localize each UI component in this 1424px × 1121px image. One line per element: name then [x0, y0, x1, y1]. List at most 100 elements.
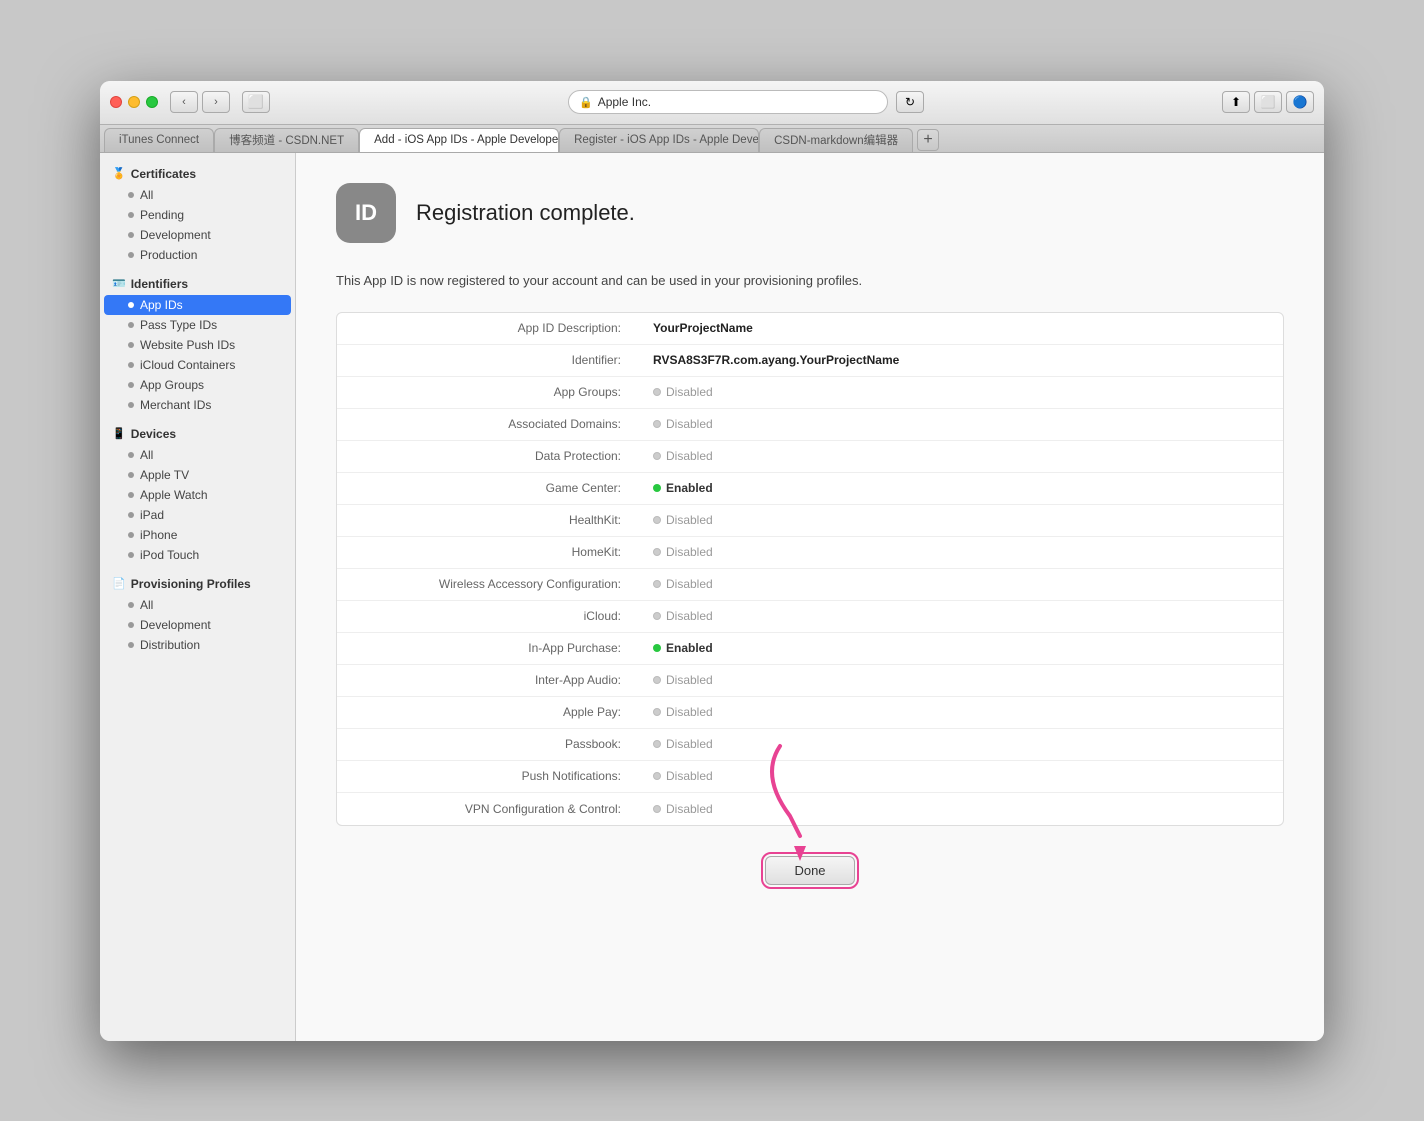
close-button[interactable] — [110, 96, 122, 108]
address-bar[interactable]: 🔒 Apple Inc. — [568, 90, 888, 114]
nav-buttons: ‹ › — [170, 91, 230, 113]
label-apple-pay: Apple Pay: — [337, 698, 637, 726]
sidebar-item-app-groups[interactable]: App Groups — [100, 375, 295, 395]
provisioning-label: Provisioning Profiles — [131, 577, 251, 591]
status-dot-vpn-config — [653, 805, 661, 813]
dot-icon — [128, 602, 134, 608]
info-row-vpn-config: VPN Configuration & Control: Disabled — [337, 793, 1283, 825]
main-panel: ID Registration complete. This App ID is… — [296, 153, 1324, 1041]
value-identifier: RVSA8S3F7R.com.ayang.YourProjectName — [637, 346, 915, 374]
mac-window: ‹ › ⬜ 🔒 Apple Inc. ↻ ⬆ ⬜ 🔵 iTunes Connec… — [100, 81, 1324, 1041]
dot-icon — [128, 492, 134, 498]
sidebar-item-all-certs[interactable]: All — [100, 185, 295, 205]
sidebar-item-merchant-ids[interactable]: Merchant IDs — [100, 395, 295, 415]
status-dot-inter-app-audio — [653, 676, 661, 684]
reload-button[interactable]: ↻ — [896, 91, 924, 113]
new-tab-add-button[interactable]: + — [917, 129, 939, 151]
sidebar-item-dev-profiles[interactable]: Development — [100, 615, 295, 635]
info-card: App ID Description: YourProjectName Iden… — [336, 312, 1284, 826]
sidebar-item-ipod-touch[interactable]: iPod Touch — [100, 545, 295, 565]
sidebar-item-iphone[interactable]: iPhone — [100, 525, 295, 545]
value-app-groups: Disabled — [637, 378, 729, 406]
dot-icon — [128, 472, 134, 478]
status-dot-apple-pay — [653, 708, 661, 716]
status-dot-wireless-accessory — [653, 580, 661, 588]
info-row-in-app-purchase: In-App Purchase: Enabled — [337, 633, 1283, 665]
label-app-groups: App Groups: — [337, 378, 637, 406]
dot-icon — [128, 252, 134, 258]
tab-csdn-md[interactable]: CSDN-markdown编辑器 — [759, 128, 913, 152]
tab-csdn[interactable]: 博客频道 - CSDN.NET — [214, 128, 359, 152]
share-button[interactable]: ⬆ — [1222, 91, 1250, 113]
info-row-passbook: Passbook: Disabled — [337, 729, 1283, 761]
tab-register-ios[interactable]: Register - iOS App IDs - Apple Developer — [559, 128, 759, 152]
traffic-lights — [110, 96, 158, 108]
dot-icon — [128, 622, 134, 628]
status-dot-game-center — [653, 484, 661, 492]
forward-button[interactable]: › — [202, 91, 230, 113]
info-row-app-id-desc: App ID Description: YourProjectName — [337, 313, 1283, 345]
dot-icon — [128, 342, 134, 348]
back-button[interactable]: ‹ — [170, 91, 198, 113]
certificates-icon: 🏅 — [112, 167, 126, 180]
address-bar-wrap: 🔒 Apple Inc. ↻ — [278, 90, 1214, 114]
dot-icon — [128, 402, 134, 408]
lock-icon: 🔒 — [579, 96, 593, 109]
address-text: Apple Inc. — [598, 95, 651, 109]
title-bar: ‹ › ⬜ 🔒 Apple Inc. ↻ ⬆ ⬜ 🔵 — [100, 81, 1324, 125]
dot-icon — [128, 192, 134, 198]
value-data-protection: Disabled — [637, 442, 729, 470]
tab-overview-button[interactable]: ⬜ — [242, 91, 270, 113]
label-vpn-config: VPN Configuration & Control: — [337, 795, 637, 823]
certificates-label: Certificates — [131, 167, 196, 181]
dot-icon — [128, 512, 134, 518]
sidebar-item-apple-watch[interactable]: Apple Watch — [100, 485, 295, 505]
minimize-button[interactable] — [128, 96, 140, 108]
reading-list-button[interactable]: 🔵 — [1286, 91, 1314, 113]
identifiers-label: Identifiers — [131, 277, 188, 291]
main-content: 🏅 Certificates All Pending Development P… — [100, 153, 1324, 1041]
dot-icon — [128, 212, 134, 218]
registration-header: ID Registration complete. — [336, 183, 1284, 243]
info-row-homekit: HomeKit: Disabled — [337, 537, 1283, 569]
sidebar-item-development-certs[interactable]: Development — [100, 225, 295, 245]
sidebar-item-website-push-ids[interactable]: Website Push IDs — [100, 335, 295, 355]
dot-icon — [128, 552, 134, 558]
label-game-center: Game Center: — [337, 474, 637, 502]
dot-icon — [128, 232, 134, 238]
tab-add-ios[interactable]: Add - iOS App IDs - Apple Developer — [359, 128, 559, 152]
sidebar-item-dist-profiles[interactable]: Distribution — [100, 635, 295, 655]
sidebar-item-all-profiles[interactable]: All — [100, 595, 295, 615]
sidebar-section-provisioning: 📄 Provisioning Profiles — [100, 573, 295, 595]
info-row-healthkit: HealthKit: Disabled — [337, 505, 1283, 537]
sidebar-item-app-ids[interactable]: App IDs — [104, 295, 291, 315]
tab-itunes[interactable]: iTunes Connect — [104, 128, 214, 152]
fullscreen-button[interactable] — [146, 96, 158, 108]
dot-icon — [128, 642, 134, 648]
info-row-apple-pay: Apple Pay: Disabled — [337, 697, 1283, 729]
status-dot-homekit — [653, 548, 661, 556]
identifiers-icon: 🪪 — [112, 277, 126, 290]
label-wireless-accessory: Wireless Accessory Configuration: — [337, 570, 637, 598]
dot-icon — [128, 302, 134, 308]
value-healthkit: Disabled — [637, 506, 729, 534]
sidebar-item-ipad[interactable]: iPad — [100, 505, 295, 525]
info-row-identifier: Identifier: RVSA8S3F7R.com.ayang.YourPro… — [337, 345, 1283, 377]
label-app-id-desc: App ID Description: — [337, 314, 637, 342]
label-in-app-purchase: In-App Purchase: — [337, 634, 637, 662]
value-inter-app-audio: Disabled — [637, 666, 729, 694]
value-wireless-accessory: Disabled — [637, 570, 729, 598]
sidebar-item-pending[interactable]: Pending — [100, 205, 295, 225]
label-inter-app-audio: Inter-App Audio: — [337, 666, 637, 694]
sidebar-item-icloud-containers[interactable]: iCloud Containers — [100, 355, 295, 375]
info-row-icloud: iCloud: Disabled — [337, 601, 1283, 633]
sidebar-item-production-certs[interactable]: Production — [100, 245, 295, 265]
done-button[interactable]: Done — [765, 856, 854, 885]
sidebar-item-apple-tv[interactable]: Apple TV — [100, 465, 295, 485]
info-row-app-groups: App Groups: Disabled — [337, 377, 1283, 409]
status-dot-passbook — [653, 740, 661, 748]
sidebar-item-all-devices[interactable]: All — [100, 445, 295, 465]
registration-description: This App ID is now registered to your ac… — [336, 273, 1284, 288]
sidebar-item-pass-type-ids[interactable]: Pass Type IDs — [100, 315, 295, 335]
new-tab-button[interactable]: ⬜ — [1254, 91, 1282, 113]
